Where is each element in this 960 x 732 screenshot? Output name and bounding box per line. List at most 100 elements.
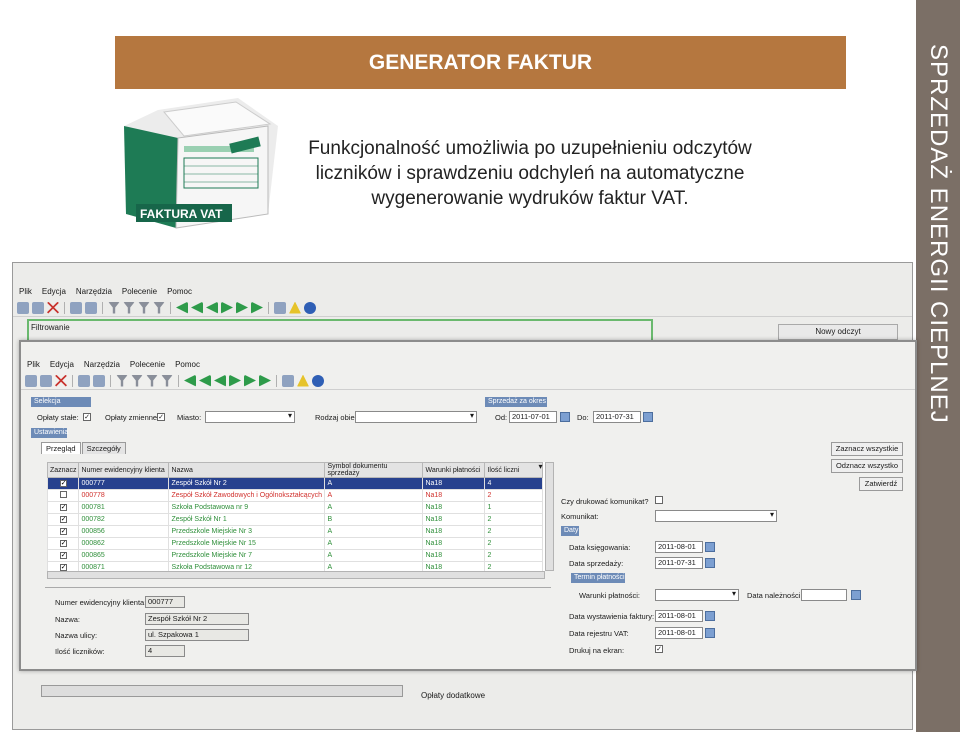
calendar-icon[interactable] xyxy=(705,542,715,552)
menu-item-edit[interactable]: Edycja xyxy=(42,287,66,296)
row-checkbox[interactable]: ✓ xyxy=(59,480,67,487)
row-checkbox[interactable]: ✓ xyxy=(59,552,67,559)
row-select-cell[interactable]: ✓ xyxy=(46,513,80,526)
row-checkbox[interactable]: ✓ xyxy=(59,540,67,547)
to-date-input[interactable]: 2011-07-31 xyxy=(593,411,641,423)
calendar-icon[interactable] xyxy=(705,558,715,568)
print-icon[interactable] xyxy=(70,301,82,314)
calendar-icon[interactable] xyxy=(851,590,861,600)
prev-page-icon[interactable] xyxy=(199,374,211,387)
first-record-icon[interactable] xyxy=(184,374,196,387)
from-date-input[interactable]: 2011-07-01 xyxy=(509,411,557,423)
variable-fees-checkbox[interactable]: ✓ xyxy=(157,413,165,421)
column-header[interactable]: Symbol dokumentu sprzedaży xyxy=(324,462,424,478)
help-icon[interactable] xyxy=(312,374,324,387)
column-header[interactable]: Numer ewidencyjny klienta xyxy=(78,462,170,478)
print-screen-checkbox[interactable]: ✓ xyxy=(655,645,663,653)
next-record-icon[interactable] xyxy=(221,301,233,314)
table-row[interactable]: ✓ 000862 Przedszkole Miejskie Nr 15 A Na18 2 xyxy=(46,537,545,550)
filter-icon[interactable] xyxy=(108,301,120,314)
row-select-cell[interactable]: ✓ xyxy=(46,477,80,490)
row-select-cell[interactable]: ✓ xyxy=(46,501,80,514)
confirm-button[interactable]: Zatwierdź xyxy=(859,477,903,491)
calendar-icon[interactable] xyxy=(643,412,653,422)
table-vertical-scrollbar[interactable] xyxy=(545,462,554,571)
row-checkbox[interactable]: ✓ xyxy=(59,528,67,535)
table-row[interactable]: ✓ 000856 Przedszkole Miejskie Nr 3 A Na18 2 xyxy=(46,525,545,538)
table-row[interactable]: ✓ 000865 Przedszkole Miejskie Nr 7 A Na18 2 xyxy=(46,549,545,562)
table-row[interactable]: ✓ 000782 Zespół Szkół Nr 1 B Na18 2 xyxy=(46,513,545,526)
new-reading-button[interactable]: Nowy odczyt xyxy=(778,324,898,340)
next-page-icon[interactable] xyxy=(236,301,248,314)
column-header[interactable]: Zaznacz xyxy=(46,462,80,478)
last-record-icon[interactable] xyxy=(251,301,263,314)
back-horizontal-scrollbar[interactable] xyxy=(41,685,403,697)
table-row[interactable]: 000778 Zespół Szkół Zawodowych i Ogólnoks… xyxy=(46,489,545,502)
object-type-select[interactable] xyxy=(355,411,477,423)
payment-terms-select[interactable] xyxy=(655,589,739,601)
fixed-fees-checkbox[interactable]: ✓ xyxy=(83,413,91,421)
filter-icon[interactable] xyxy=(138,301,150,314)
row-checkbox[interactable] xyxy=(59,491,67,498)
sale-date-input[interactable]: 2011-07-31 xyxy=(655,557,703,569)
print-message-checkbox[interactable] xyxy=(655,496,663,504)
warning-icon[interactable] xyxy=(289,301,301,314)
table-horizontal-scrollbar[interactable] xyxy=(47,571,545,579)
calendar-icon[interactable] xyxy=(560,412,570,422)
attach-icon[interactable] xyxy=(274,301,286,314)
row-select-cell[interactable]: ✓ xyxy=(46,537,80,550)
row-select-cell[interactable] xyxy=(46,489,80,502)
preview-icon[interactable] xyxy=(85,301,97,314)
menu-item-command[interactable]: Polecenie xyxy=(130,360,165,369)
vat-register-date-input[interactable]: 2011-08-01 xyxy=(655,627,703,639)
row-checkbox[interactable]: ✓ xyxy=(59,516,67,523)
filter-icon[interactable] xyxy=(116,374,128,387)
calendar-icon[interactable] xyxy=(705,611,715,621)
delete-icon[interactable] xyxy=(55,374,67,387)
filter-icon[interactable] xyxy=(123,301,135,314)
print-icon[interactable] xyxy=(78,374,90,387)
row-select-cell[interactable]: ✓ xyxy=(46,525,80,538)
filter-icon[interactable] xyxy=(146,374,158,387)
due-date-input[interactable] xyxy=(801,589,847,601)
filter-icon[interactable] xyxy=(153,301,165,314)
attach-icon[interactable] xyxy=(282,374,294,387)
table-row[interactable]: ✓ 000781 Szkoła Podstawowa nr 9 A Na18 1 xyxy=(46,501,545,514)
prev-record-icon[interactable] xyxy=(214,374,226,387)
save-icon[interactable] xyxy=(32,301,44,314)
save-icon[interactable] xyxy=(40,374,52,387)
prev-record-icon[interactable] xyxy=(206,301,218,314)
tab-details[interactable]: Szczegóły xyxy=(81,442,126,454)
menu-item-file[interactable]: Plik xyxy=(19,287,32,296)
table-row[interactable]: ✓ 000777 Zespół Szkół Nr 2 A Na18 4 xyxy=(46,477,545,490)
row-checkbox[interactable]: ✓ xyxy=(59,564,67,571)
warning-icon[interactable] xyxy=(297,374,309,387)
message-select[interactable] xyxy=(655,510,777,522)
menu-item-edit[interactable]: Edycja xyxy=(50,360,74,369)
new-icon[interactable] xyxy=(25,374,37,387)
menu-item-help[interactable]: Pomoc xyxy=(175,360,200,369)
row-checkbox[interactable]: ✓ xyxy=(59,504,67,511)
calendar-icon[interactable] xyxy=(705,628,715,638)
first-record-icon[interactable] xyxy=(176,301,188,314)
menu-item-file[interactable]: Plik xyxy=(27,360,40,369)
new-icon[interactable] xyxy=(17,301,29,314)
column-header[interactable]: Nazwa xyxy=(168,462,326,478)
menu-item-command[interactable]: Polecenie xyxy=(122,287,157,296)
select-all-button[interactable]: Zaznacz wszystkie xyxy=(831,442,903,456)
menu-item-help[interactable]: Pomoc xyxy=(167,287,192,296)
menu-item-tools[interactable]: Narzędzia xyxy=(84,360,120,369)
help-icon[interactable] xyxy=(304,301,316,314)
next-record-icon[interactable] xyxy=(229,374,241,387)
booking-date-input[interactable]: 2011-08-01 xyxy=(655,541,703,553)
preview-icon[interactable] xyxy=(93,374,105,387)
tab-overview[interactable]: Przegląd xyxy=(41,442,81,454)
column-header[interactable]: Warunki płatności xyxy=(422,462,486,478)
menu-item-tools[interactable]: Narzędzia xyxy=(76,287,112,296)
column-header[interactable]: Ilość liczni xyxy=(484,462,544,478)
invoice-date-input[interactable]: 2011-08-01 xyxy=(655,610,703,622)
prev-page-icon[interactable] xyxy=(191,301,203,314)
deselect-all-button[interactable]: Odznacz wszystko xyxy=(831,459,903,473)
delete-icon[interactable] xyxy=(47,301,59,314)
filter-icon[interactable] xyxy=(161,374,173,387)
